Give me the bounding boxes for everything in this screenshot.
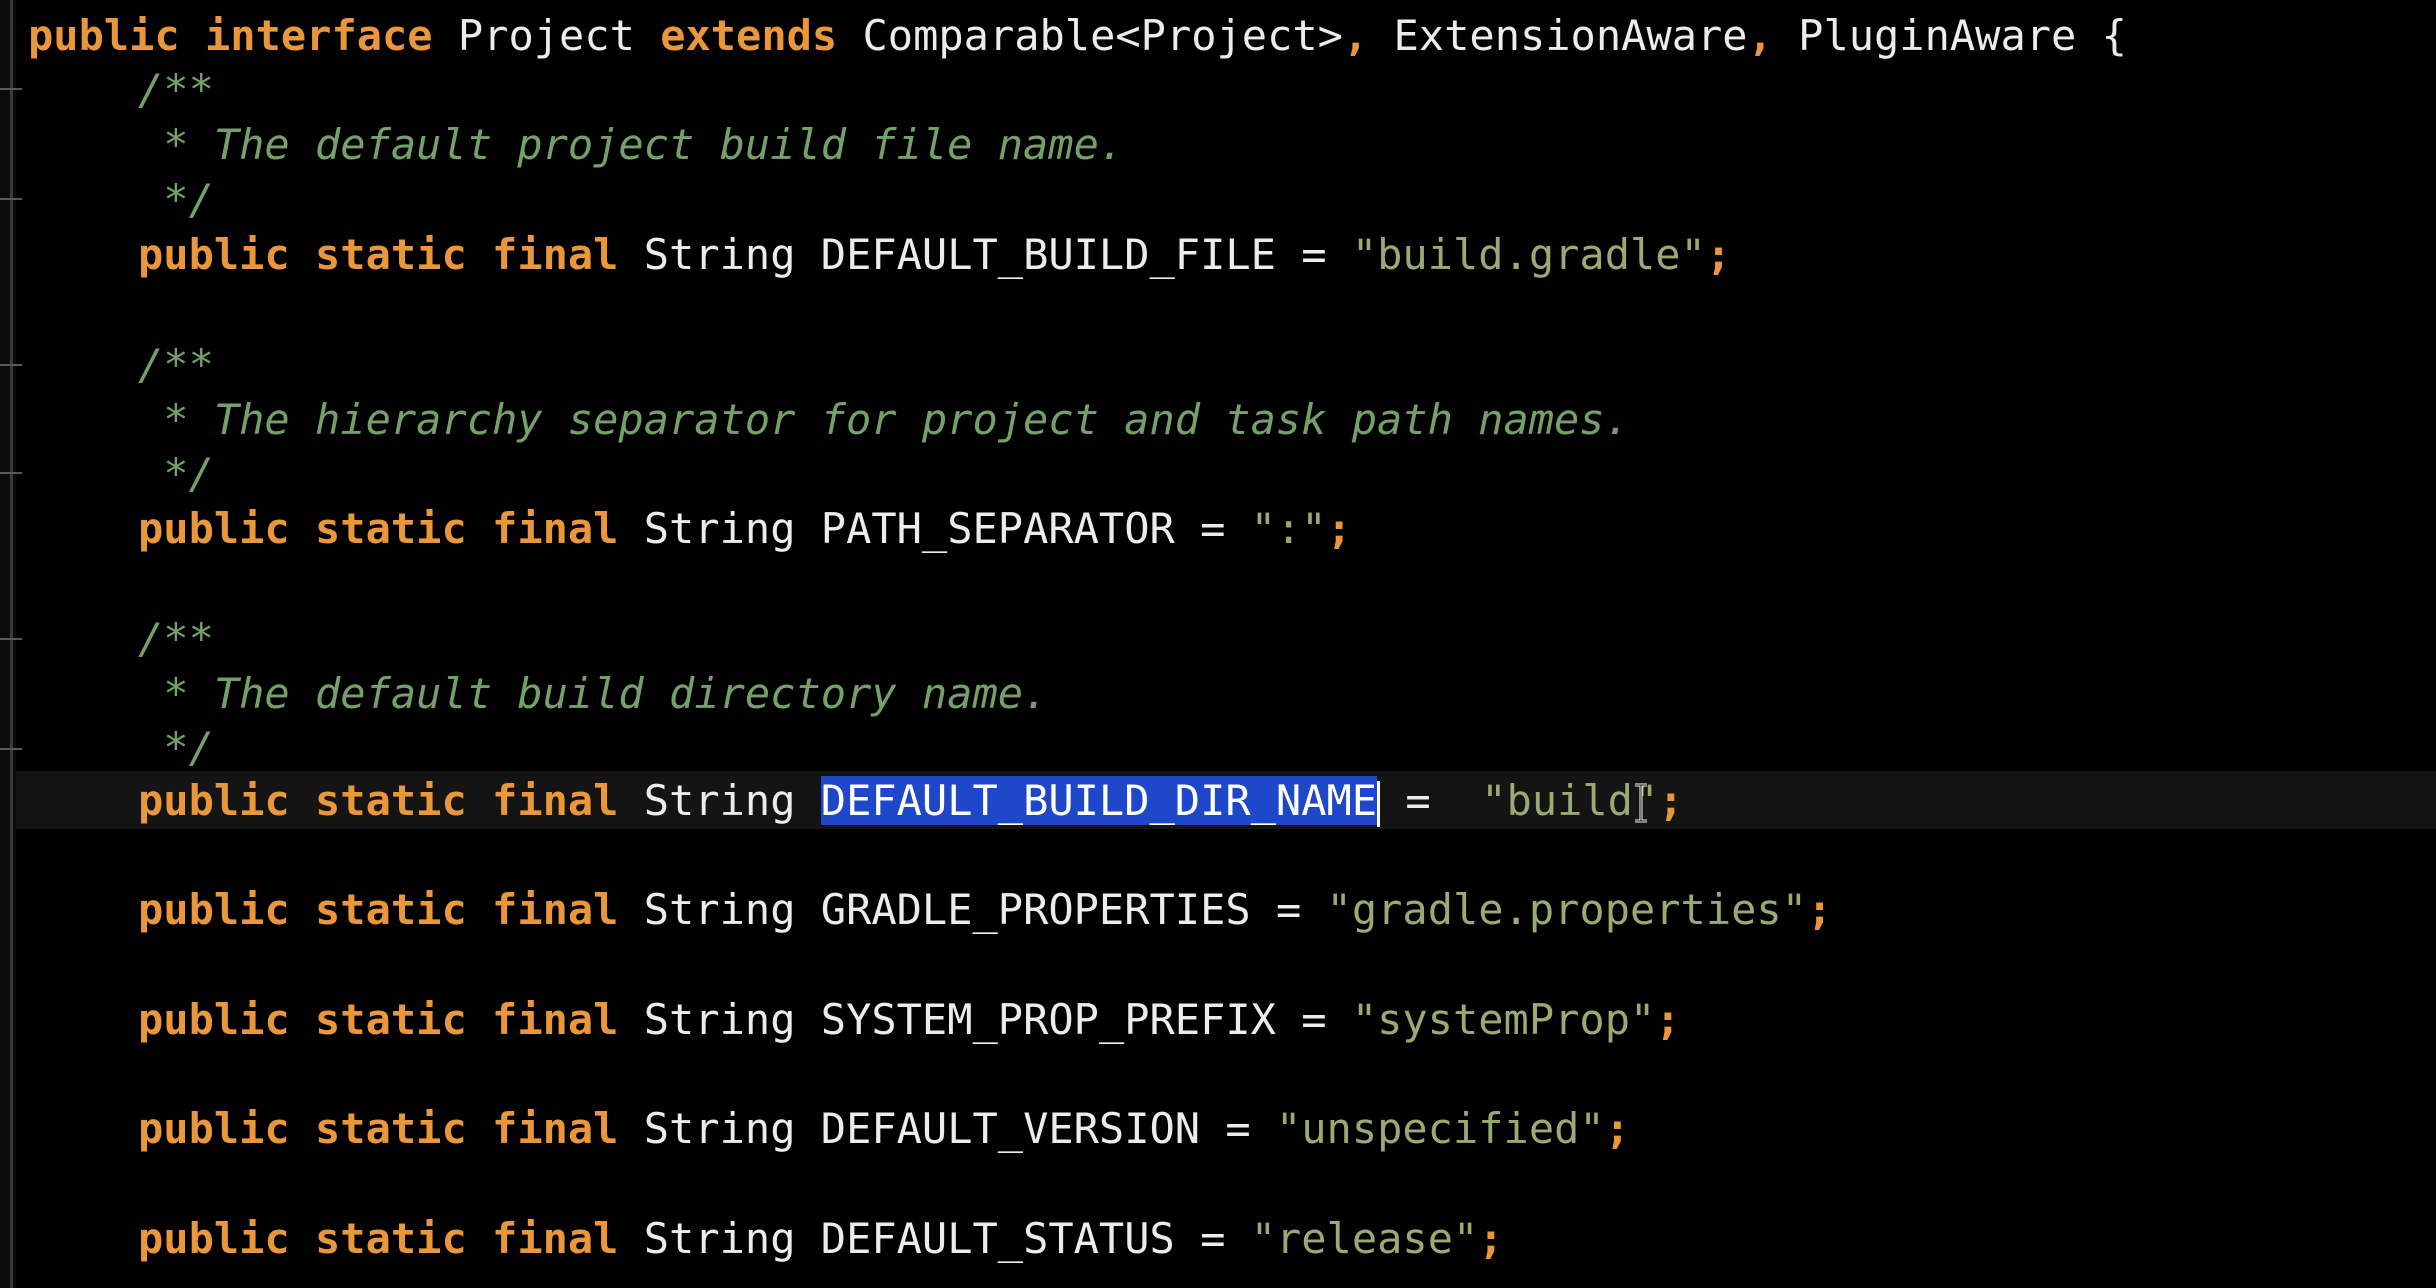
comment-body: * The default build directory name. (138, 669, 1049, 718)
constant-name: PATH_SEPARATOR (820, 504, 1175, 553)
fold-marker[interactable] (0, 364, 22, 366)
code-line-constant[interactable]: public static final String DEFAULT_STATU… (138, 1211, 1504, 1267)
operator-assign: = (1405, 776, 1431, 825)
code-line-constant[interactable]: public static final String GRADLE_PROPER… (138, 882, 1832, 938)
type-string: String (643, 995, 796, 1044)
text-cursor-icon (1635, 783, 1647, 823)
semicolon: ; (1478, 1214, 1504, 1263)
string-literal: ":" (1250, 504, 1327, 553)
comment-open: /** (138, 65, 214, 114)
fold-marker[interactable] (0, 198, 22, 200)
code-line-constant[interactable]: public static final String PATH_SEPARATO… (138, 501, 1352, 557)
editor-gutter (0, 0, 22, 1288)
constant-name: DEFAULT_STATUS (820, 1214, 1175, 1263)
fold-marker[interactable] (0, 88, 22, 90)
comment-open: /** (138, 340, 214, 389)
code-editor[interactable]: public interface Project extends Compara… (0, 0, 2436, 1288)
semicolon: ; (1806, 885, 1833, 934)
keyword-static: static (315, 1104, 467, 1153)
fold-marker[interactable] (0, 472, 22, 474)
selected-constant-name[interactable]: DEFAULT_BUILD_DIR_NAME (820, 776, 1378, 825)
operator-assign: = (1200, 1214, 1226, 1263)
semicolon: ; (1326, 504, 1352, 553)
constant-name: GRADLE_PROPERTIES (820, 885, 1251, 934)
keyword-public: public (138, 995, 290, 1044)
string-literal: "systemProp" (1351, 995, 1656, 1044)
operator-assign: = (1301, 995, 1327, 1044)
fold-marker[interactable] (0, 638, 22, 640)
keyword-public: public (138, 885, 290, 934)
semicolon: ; (1658, 776, 1684, 825)
keyword-static: static (315, 995, 467, 1044)
comment-close: */ (138, 723, 214, 772)
comment-open: /** (138, 614, 214, 663)
type-string: String (643, 776, 796, 825)
interface-name: Project (457, 11, 635, 60)
semicolon: ; (1705, 230, 1732, 279)
constant-name: SYSTEM_PROP_PREFIX (820, 995, 1276, 1044)
operator-assign: = (1301, 230, 1327, 279)
code-line-constant-current[interactable]: public static final String DEFAULT_BUILD… (138, 773, 1684, 829)
keyword-interface: interface (205, 11, 433, 60)
keyword-public: public (138, 504, 290, 553)
keyword-public: public (28, 11, 180, 60)
keyword-static: static (315, 776, 467, 825)
comment-close: */ (138, 175, 214, 224)
keyword-public: public (138, 1104, 290, 1153)
code-line-constant[interactable]: public static final String SYSTEM_PROP_P… (138, 992, 1681, 1048)
keyword-final: final (492, 1214, 619, 1263)
semicolon: ; (1604, 1104, 1630, 1153)
comma: , (1342, 11, 1369, 60)
supertype: ExtensionAware (1393, 11, 1748, 60)
open-brace: { (2101, 11, 2127, 60)
string-literal: "build" (1481, 776, 1659, 825)
keyword-final: final (492, 1104, 619, 1153)
type-string: String (643, 885, 796, 934)
keyword-final: final (492, 995, 619, 1044)
keyword-public: public (138, 1214, 290, 1263)
supertype: PluginAware (1798, 11, 2077, 60)
keyword-static: static (315, 230, 467, 279)
type-string: String (643, 230, 796, 279)
code-line-constant[interactable]: public static final String DEFAULT_VERSI… (138, 1101, 1630, 1157)
comma: , (1747, 11, 1773, 60)
constant-name: DEFAULT_BUILD_FILE (820, 230, 1276, 279)
semicolon: ; (1655, 995, 1681, 1044)
string-literal: "build.gradle" (1351, 230, 1706, 279)
type-string: String (643, 504, 796, 553)
string-literal: "release" (1250, 1214, 1479, 1263)
keyword-static: static (315, 504, 467, 553)
string-literal: "unspecified" (1275, 1104, 1605, 1153)
keyword-final: final (492, 885, 619, 934)
code-line-constant[interactable]: public static final String DEFAULT_BUILD… (138, 227, 1731, 283)
code-line-interface-declaration[interactable]: public interface Project extends Compara… (28, 8, 2127, 64)
keyword-extends: extends (660, 11, 838, 60)
type-string: String (643, 1104, 796, 1153)
keyword-static: static (315, 885, 467, 934)
comment-body: * The default project build file name. (138, 120, 1125, 169)
type-string: String (643, 1214, 796, 1263)
supertype: Comparable<Project> (862, 11, 1343, 60)
comment-body: * The hierarchy separator for project an… (138, 395, 1630, 444)
string-literal: "gradle.properties" (1326, 885, 1807, 934)
operator-assign: = (1275, 885, 1302, 934)
operator-assign: = (1225, 1104, 1251, 1153)
keyword-public: public (138, 230, 290, 279)
comment-close: */ (138, 449, 214, 498)
text-caret (1377, 780, 1381, 827)
gutter-rule (10, 0, 13, 1288)
keyword-final: final (492, 504, 619, 553)
keyword-final: final (492, 230, 619, 279)
constant-name: DEFAULT_VERSION (820, 1104, 1201, 1153)
keyword-final: final (492, 776, 619, 825)
fold-marker[interactable] (0, 748, 22, 750)
operator-assign: = (1200, 504, 1226, 553)
keyword-static: static (315, 1214, 467, 1263)
keyword-public: public (138, 776, 290, 825)
